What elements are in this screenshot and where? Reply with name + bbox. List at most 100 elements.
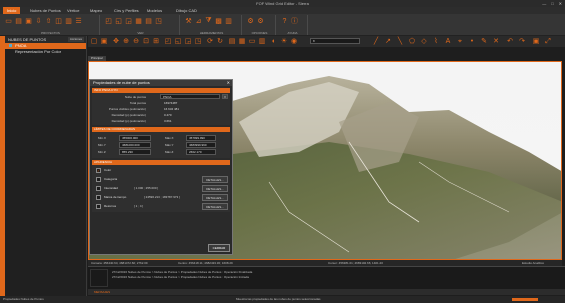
point-icon[interactable]: • — [468, 37, 476, 46]
tab-modelos[interactable]: Modelos — [143, 7, 166, 14]
close-button[interactable]: ✕ — [559, 1, 562, 6]
view-side-icon[interactable]: ◲ — [184, 37, 192, 46]
intensity-radio[interactable] — [96, 186, 101, 191]
profile-icon[interactable]: ⌇ — [432, 37, 440, 46]
appearance-row-category: Categoría DETALLES... — [92, 175, 230, 184]
orbit-icon[interactable]: ↻ — [216, 37, 224, 46]
folder-icon[interactable]: ▥ — [64, 16, 73, 26]
help-icon[interactable]: ? — [280, 16, 289, 26]
actions-button[interactable]: Acciones — [67, 37, 84, 42]
intensity-details-button[interactable]: DETALLES... — [202, 185, 228, 192]
appearance-label: Retornos — [104, 204, 117, 208]
output-log: 27/12/2016 Nubes de Puntos > Nubes de Pu… — [88, 266, 565, 289]
returns-details-button[interactable]: DETALLES... — [202, 203, 228, 210]
settings-gear-icon[interactable]: ⚙ — [246, 16, 255, 26]
section-icon[interactable]: ▥ — [258, 37, 266, 46]
view-2d-icon[interactable]: ◱ — [114, 16, 123, 26]
draw-polyline-icon[interactable]: ╲ — [396, 37, 404, 46]
tools-icon[interactable]: ⚒ — [184, 16, 193, 26]
filter-icon[interactable]: ⧩ — [204, 16, 213, 26]
properties-icon[interactable]: ◫ — [54, 16, 63, 26]
ribbon-group-ver: ◰ ◱ ◲ ▦ ▤ ◳ VER — [102, 15, 180, 35]
ribbon-group-herramientas: ⚒ ⊿ ⧩ ▩ ▥ HERRAMIENTAS — [182, 15, 242, 35]
delete-icon[interactable]: ✕ — [492, 37, 500, 46]
edit-icon[interactable]: ✎ — [480, 37, 488, 46]
undo-icon[interactable]: ↶ — [506, 37, 514, 46]
dropdown-icon[interactable]: ▾ — [222, 94, 228, 99]
close-dialog-button[interactable]: CERRAR — [208, 244, 230, 252]
category-details-button[interactable]: DETALLES... — [202, 176, 228, 183]
close-icon[interactable]: ✕ — [227, 80, 230, 86]
rotate-icon[interactable]: ⟳ — [206, 37, 214, 46]
point-cloud-select[interactable]: PNOA — [160, 94, 220, 99]
tree-item-color-representation[interactable]: Representación Por Color — [5, 49, 86, 55]
view-window-icon[interactable]: ◳ — [154, 16, 163, 26]
dialog-title-text: Propiedades de nube de puntos — [93, 80, 150, 85]
tab-inicio[interactable]: Inicio — [3, 7, 21, 14]
color-radio[interactable]: ✓ — [96, 168, 101, 173]
view-list-icon[interactable]: ▤ — [144, 16, 153, 26]
timestamp-radio[interactable] — [96, 195, 101, 200]
tab-mapeo[interactable]: Mapeo — [86, 7, 106, 14]
returns-radio[interactable] — [96, 204, 101, 209]
screenshot-icon[interactable]: ▣ — [532, 37, 540, 46]
measure-distance-icon[interactable]: ↗ — [384, 37, 392, 46]
zoom-window-icon[interactable]: ⊡ — [142, 37, 150, 46]
color-icon[interactable]: ◐ — [270, 37, 278, 46]
view-split-icon[interactable]: ◲ — [124, 16, 133, 26]
status-bar: Propiedades Nubes de Puntos Muestra las … — [0, 296, 565, 303]
zoom-in-icon[interactable]: ⊕ — [122, 37, 130, 46]
maximize-button[interactable]: □ — [551, 1, 553, 6]
select-icon[interactable]: ▢ — [90, 37, 98, 46]
timestamp-range: [ 24596.213 ; 183787.973 ] — [144, 195, 180, 199]
fullscreen-icon[interactable]: ⤢ — [544, 37, 552, 46]
redo-icon[interactable]: ↷ — [518, 37, 526, 46]
messages-tab[interactable]: MENSAJES — [88, 289, 565, 295]
select-area-icon[interactable]: ▣ — [100, 37, 108, 46]
clip-icon[interactable]: ▭ — [248, 37, 256, 46]
tab-vertice[interactable]: Vértice — [63, 7, 83, 14]
draw-line-icon[interactable]: ╱ — [372, 37, 380, 46]
grid-view-icon[interactable]: ▦ — [238, 37, 246, 46]
pan-icon[interactable]: ✥ — [112, 37, 120, 46]
open-project-icon[interactable]: ▤ — [14, 16, 23, 26]
layers-icon[interactable]: ☰ — [74, 16, 83, 26]
zoom-extents-icon[interactable]: ⊞ — [152, 37, 160, 46]
new-project-icon[interactable]: ▭ — [4, 16, 13, 26]
view-top-icon[interactable]: ◰ — [164, 37, 172, 46]
tab-nubes-de-puntos[interactable]: Nubes de Puntos — [26, 7, 65, 14]
tab-cirs-perfiles[interactable]: Cirs y Perfiles — [110, 7, 143, 14]
view-3d-icon[interactable]: ◰ — [104, 16, 113, 26]
minimize-button[interactable]: — — [542, 1, 546, 6]
point-size-select[interactable]: 8 — [310, 38, 360, 44]
draw-polygon-icon[interactable]: ⬠ — [408, 37, 416, 46]
view-iso-icon[interactable]: ◳ — [194, 37, 202, 46]
tab-dibujo-cad[interactable]: Dibujo CAD — [172, 7, 201, 14]
timestamp-details-button[interactable]: DETALLES... — [202, 194, 228, 201]
section-limits: Mín.X 455000.000 Máx.X 457999.990 Mín.Y … — [92, 132, 230, 158]
appearance-label: Color — [104, 168, 112, 172]
point-cloud-properties-dialog: Propiedades de nube de puntos ✕ INFO PNO… — [89, 79, 233, 255]
about-icon[interactable]: ⓘ — [290, 16, 299, 26]
camera-icon[interactable]: ◉ — [290, 37, 298, 46]
view-grid-icon[interactable]: ▦ — [134, 16, 143, 26]
category-radio[interactable] — [96, 177, 101, 182]
light-icon[interactable]: ☀ — [280, 37, 288, 46]
layers-view-icon[interactable]: ▤ — [228, 37, 236, 46]
export-icon[interactable]: ⇧ — [44, 16, 53, 26]
calculator-icon[interactable]: ▩ — [214, 16, 223, 26]
preferences-icon[interactable]: ⚙ — [256, 16, 265, 26]
measure-area-icon[interactable]: ◇ — [420, 37, 428, 46]
chart-icon[interactable]: ▥ — [224, 16, 233, 26]
limit-label: Mín.X — [98, 136, 106, 140]
zoom-out-icon[interactable]: ⊖ — [132, 37, 140, 46]
measure-icon[interactable]: ⊿ — [194, 16, 203, 26]
snap-icon[interactable]: ⌖ — [456, 37, 464, 46]
text-icon[interactable]: A — [444, 37, 452, 46]
import-icon[interactable]: ⇩ — [34, 16, 43, 26]
limit-value: 4683999.990 — [186, 142, 216, 148]
ribbon-group-label: AYUDA — [287, 31, 298, 35]
view-front-icon[interactable]: ◱ — [174, 37, 182, 46]
save-project-icon[interactable]: ▣ — [24, 16, 33, 26]
window-title: FOF Wind Grid Editor - Sierra — [256, 1, 309, 6]
